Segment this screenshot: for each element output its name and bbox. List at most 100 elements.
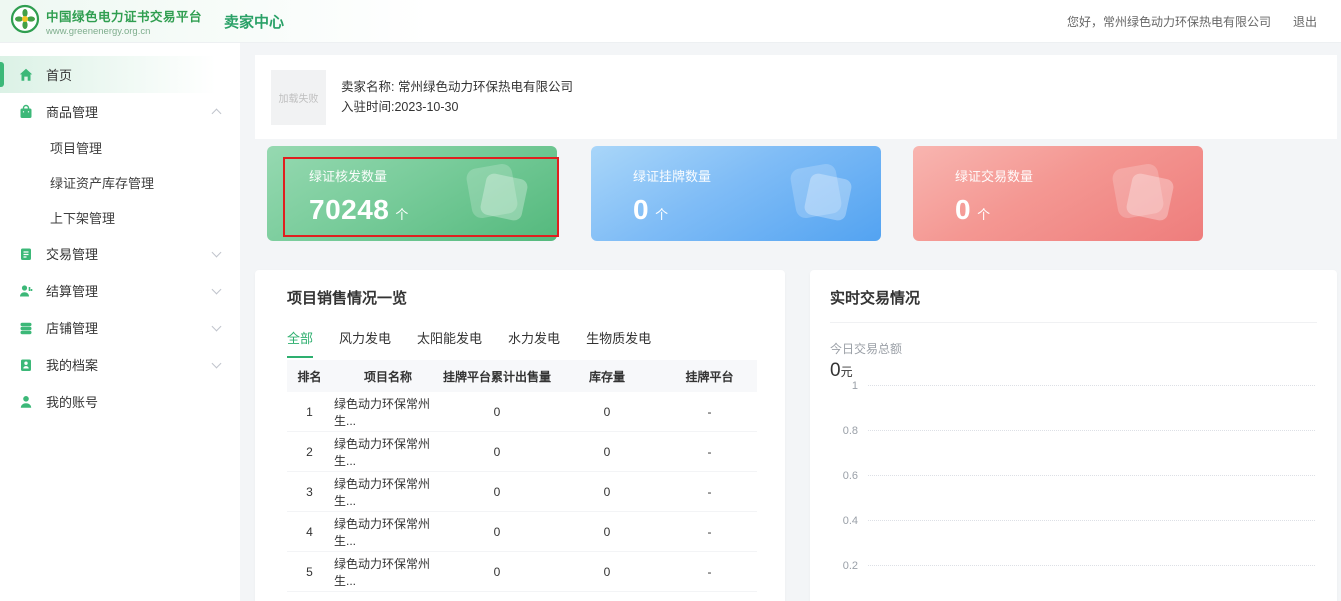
table-row: 4 绿色动力环保常州生... 0 0 -	[287, 512, 757, 552]
platform-title: 中国绿色电力证书交易平台	[46, 6, 202, 25]
col-header-sold: 挂牌平台累计出售量	[442, 368, 552, 385]
table-row: 2 绿色动力环保常州生... 0 0 -	[287, 432, 757, 472]
main-content: 加载失败 卖家名称: 常州绿色动力环保热电有限公司 入驻时间:2023-10-3…	[240, 43, 1341, 601]
sales-panel-title: 项目销售情况一览	[255, 270, 785, 308]
y-axis-tick-label: 0.6	[810, 470, 858, 482]
cell-platform: -	[662, 485, 757, 499]
stat-value: 0	[955, 194, 971, 225]
sales-tab[interactable]: 生物质发电	[586, 328, 651, 358]
stat-unit: 个	[977, 207, 990, 222]
sales-tabs: 全部 风力发电 太阳能发电 水力发电 生物质发电	[255, 308, 785, 358]
y-axis-tick-label: 1	[810, 380, 858, 392]
sidebar-item-label: 首页	[46, 65, 72, 84]
chart-gridline-row: 0.2	[810, 543, 1337, 588]
sidebar-item-label: 结算管理	[46, 281, 98, 300]
chevron-down-icon	[212, 321, 222, 331]
trade-panel-title: 实时交易情况	[810, 270, 1337, 308]
stat-unit: 个	[655, 207, 668, 222]
sidebar-item-goods[interactable]: 商品管理	[0, 93, 240, 130]
settlement-person-icon	[18, 283, 34, 299]
stat-card-listed[interactable]: 绿证挂牌数量 0个	[591, 146, 881, 241]
certificate-3d-icon	[1111, 162, 1177, 224]
sales-tab[interactable]: 太阳能发电	[417, 328, 482, 358]
stat-value: 70248	[309, 194, 389, 225]
cell-sold: 0	[442, 525, 552, 539]
y-axis-tick-label: 0.2	[810, 560, 858, 572]
y-axis-tick-label: 0.4	[810, 515, 858, 527]
stat-unit: 个	[395, 207, 408, 222]
platform-logo-icon	[10, 4, 40, 39]
seller-name: 卖家名称: 常州绿色动力环保热电有限公司	[341, 76, 573, 95]
sales-tab[interactable]: 水力发电	[508, 328, 560, 358]
cell-name: 绿色动力环保常州生...	[332, 435, 442, 469]
seller-info-card: 加载失败 卖家名称: 常州绿色动力环保热电有限公司 入驻时间:2023-10-3…	[255, 55, 1337, 139]
gridline	[868, 565, 1315, 566]
cell-rank: 1	[287, 405, 332, 419]
cell-sold: 0	[442, 485, 552, 499]
gridline	[868, 385, 1315, 386]
stat-card-issued[interactable]: 绿证核发数量 70248个	[267, 146, 557, 241]
cell-name: 绿色动力环保常州生...	[332, 395, 442, 429]
user-greeting: 您好，常州绿色动力环保热电有限公司	[1067, 13, 1271, 30]
chevron-down-icon	[212, 247, 222, 257]
table-row: 1 绿色动力环保常州生... 0 0 -	[287, 392, 757, 432]
sidebar-item-label: 我的档案	[46, 355, 98, 374]
sidebar-item-account[interactable]: 我的账号	[0, 383, 240, 420]
chevron-down-icon	[212, 358, 222, 368]
top-header: 中国绿色电力证书交易平台 www.greenenergy.org.cn 卖家中心…	[0, 0, 1341, 43]
sidebar-item-archive[interactable]: 我的档案	[0, 346, 240, 383]
chevron-down-icon	[212, 284, 222, 294]
cell-stock: 0	[552, 445, 662, 459]
sidebar-subitem-project-management[interactable]: 项目管理	[0, 130, 240, 165]
col-header-platform: 挂牌平台	[662, 368, 757, 385]
sidebar-subitem-listing-management[interactable]: 上下架管理	[0, 200, 240, 235]
col-header-name: 项目名称	[332, 368, 442, 385]
cell-stock: 0	[552, 485, 662, 499]
trade-chart: 1 0.8 0.6 0.4 0.	[810, 363, 1337, 588]
seller-avatar: 加载失败	[271, 70, 326, 125]
col-header-rank: 排名	[287, 368, 332, 385]
sidebar-item-label: 我的账号	[46, 392, 98, 411]
sales-table: 排名 项目名称 挂牌平台累计出售量 库存量 挂牌平台 1 绿色动力环保常州生..…	[287, 360, 757, 592]
sidebar-item-shop[interactable]: 店铺管理	[0, 309, 240, 346]
cell-platform: -	[662, 445, 757, 459]
home-icon	[18, 67, 34, 83]
cell-platform: -	[662, 565, 757, 579]
trade-doc-icon	[18, 246, 34, 262]
sidebar-item-settlement[interactable]: 结算管理	[0, 272, 240, 309]
shop-stack-icon	[18, 320, 34, 336]
gridline	[868, 475, 1315, 476]
cell-name: 绿色动力环保常州生...	[332, 475, 442, 509]
cell-name: 绿色动力环保常州生...	[332, 515, 442, 549]
cell-name: 绿色动力环保常州生...	[332, 555, 442, 589]
cell-rank: 4	[287, 525, 332, 539]
sales-tab[interactable]: 风力发电	[339, 328, 391, 358]
sidebar: 首页 商品管理 项目管理 绿证资产库存管理 上下架管理 交易管理 结算管理 店铺…	[0, 43, 240, 601]
archive-card-icon	[18, 357, 34, 373]
gridline	[868, 430, 1315, 431]
cell-platform: -	[662, 525, 757, 539]
certificate-3d-icon	[789, 162, 855, 224]
y-axis-tick-label: 0.8	[810, 425, 858, 437]
col-header-stock: 库存量	[552, 368, 662, 385]
brand: 中国绿色电力证书交易平台 www.greenenergy.org.cn	[10, 4, 202, 39]
logout-link[interactable]: 退出	[1293, 13, 1317, 30]
portal-title[interactable]: 卖家中心	[224, 11, 284, 32]
stat-value: 0	[633, 194, 649, 225]
stat-card-traded[interactable]: 绿证交易数量 0个	[913, 146, 1203, 241]
cell-rank: 3	[287, 485, 332, 499]
seller-join-time: 入驻时间:2023-10-30	[341, 96, 458, 115]
today-total-label: 今日交易总额	[810, 323, 1337, 357]
sidebar-item-trade[interactable]: 交易管理	[0, 235, 240, 272]
cell-stock: 0	[552, 405, 662, 419]
chart-gridline-row: 1	[810, 363, 1337, 408]
realtime-trade-panel: 实时交易情况 今日交易总额 0元 1 0.8 0.6	[810, 270, 1337, 601]
sidebar-item-label: 商品管理	[46, 102, 98, 121]
table-row: 3 绿色动力环保常州生... 0 0 -	[287, 472, 757, 512]
sales-tab[interactable]: 全部	[287, 328, 313, 358]
cell-stock: 0	[552, 565, 662, 579]
sidebar-item-home[interactable]: 首页	[0, 56, 240, 93]
sidebar-item-label: 店铺管理	[46, 318, 98, 337]
account-person-icon	[18, 394, 34, 410]
sidebar-subitem-cert-inventory[interactable]: 绿证资产库存管理	[0, 165, 240, 200]
